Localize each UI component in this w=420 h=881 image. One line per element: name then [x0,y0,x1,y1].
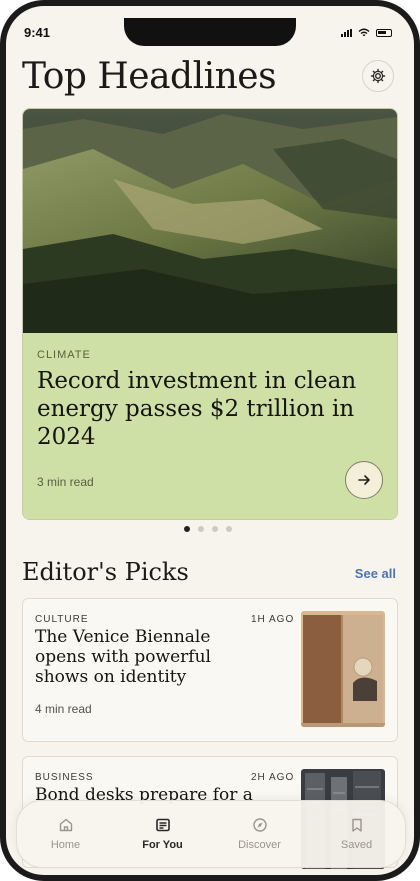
hero-category: CLIMATE [37,349,91,361]
gear-icon [370,68,386,84]
pick-time: 2H AGO [251,772,295,783]
pick-category: BUSINESS [35,772,94,783]
pick-time: 1H AGO [251,614,295,625]
carousel-dot[interactable] [212,526,218,532]
page-title: Top Headlines [22,56,277,97]
hero-read-time: 3 min read [37,475,94,489]
bookmark-icon [351,818,362,832]
hero-story-card[interactable]: CLIMATE Record investment in clean energ… [22,108,398,520]
status-time: 9:41 [24,25,51,40]
section-title: Editor's Picks [22,558,189,586]
tab-home[interactable]: Home [17,801,114,867]
carousel-dot[interactable] [226,526,232,532]
battery-icon [376,28,392,37]
status-icons [341,28,392,37]
hero-body: CLIMATE Record investment in clean energ… [23,333,397,519]
pick-category: CULTURE [35,614,89,625]
bottom-tab-bar: Home For You Discover Saved [16,800,406,868]
arrow-right-icon [358,475,370,485]
see-all-link[interactable]: See all [355,566,396,581]
carousel-dot[interactable] [198,526,204,532]
tab-discover[interactable]: Discover [211,801,308,867]
pick-thumbnail [301,611,385,727]
pick-card[interactable]: CULTURE 1H AGO The Venice Biennale opens… [22,598,398,742]
tab-saved[interactable]: Saved [308,801,405,867]
home-icon [59,818,72,832]
phone-frame: 9:41 Top Headlines CLIMATE Record invest… [0,0,420,881]
tab-label: Home [50,839,81,851]
tab-label: Discover [238,839,281,851]
tab-label: For You [142,839,183,851]
tab-for-you[interactable]: For You [114,801,211,867]
tab-label: Saved [340,839,373,851]
pick-headline[interactable]: The Venice Biennale opens with powerful … [35,627,263,687]
newspaper-icon [155,818,170,832]
carousel-dot[interactable] [184,526,190,532]
compass-icon [252,818,267,832]
hero-image [23,109,397,333]
signal-icon [341,28,352,37]
wifi-icon [358,28,370,37]
pick-read-time: 4 min read [35,702,92,716]
carousel-dots [184,526,232,532]
hero-headline[interactable]: Record investment in clean energy passes… [37,367,377,451]
settings-button[interactable] [362,60,394,92]
notch [124,18,296,46]
app-screen: 9:41 Top Headlines CLIMATE Record invest… [6,6,414,875]
hero-open-button[interactable] [345,461,383,499]
